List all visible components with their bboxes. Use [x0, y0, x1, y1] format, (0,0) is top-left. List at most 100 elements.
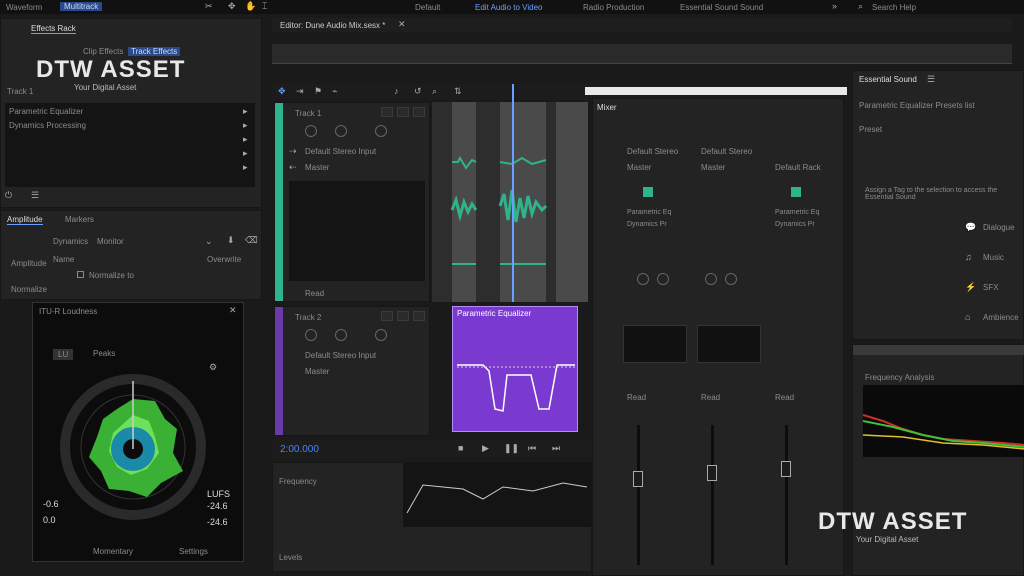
volume-knob[interactable]	[305, 125, 317, 137]
effect-slot-1[interactable]: Parametric Equalizer	[9, 107, 83, 116]
stereo-knob[interactable]	[375, 329, 387, 341]
search-help-input[interactable]: Search Help	[872, 3, 916, 12]
track-2-name[interactable]: Track 2	[295, 313, 321, 322]
tab-close-icon[interactable]: ✕	[398, 20, 406, 29]
dialogue-button[interactable]: Dialogue	[983, 223, 1015, 232]
menu-multitrack[interactable]: Multitrack	[60, 2, 103, 11]
track-1-name[interactable]: Track 1	[295, 109, 321, 118]
loudness-footer-right[interactable]: Settings	[179, 547, 208, 556]
workspace-radio[interactable]: Radio Production	[583, 3, 644, 12]
effects-rack-tab[interactable]: Effects Rack	[31, 24, 76, 34]
channel-3-fx-1[interactable]: Parametric Eq	[775, 209, 819, 216]
menu-more-icon[interactable]: »	[832, 2, 837, 11]
normalize-checkbox[interactable]	[77, 271, 84, 278]
workspace-edit-audio[interactable]: Edit Audio to Video	[475, 3, 542, 12]
send-knob[interactable]	[657, 273, 669, 285]
channel-1-input[interactable]: Default Stereo	[627, 147, 678, 156]
pan-knob[interactable]	[335, 329, 347, 341]
slot-arrow-icon[interactable]: ▸	[243, 121, 248, 130]
slot-arrow-icon[interactable]: ▸	[243, 107, 248, 116]
power-icon[interactable]: ⏻	[5, 191, 12, 200]
slot-arrow-icon[interactable]: ▸	[243, 149, 248, 158]
mute-button[interactable]	[381, 311, 393, 321]
chevron-down-icon[interactable]: ⌄	[205, 237, 213, 246]
volume-fader[interactable]	[707, 465, 717, 481]
marker-icon[interactable]: ⚑	[314, 87, 322, 96]
forward-icon[interactable]: ⏭	[552, 444, 560, 453]
loudness-tab-lu[interactable]: LU	[53, 349, 74, 360]
fx-power-button[interactable]	[791, 187, 801, 197]
snap-icon[interactable]: ⌁	[332, 87, 337, 96]
panel-close-icon[interactable]: ✕	[229, 306, 237, 315]
send-knob[interactable]	[705, 273, 717, 285]
channel-1-fx-2[interactable]: Dynamics Pr	[627, 221, 667, 228]
move-tool-icon[interactable]: ✥	[278, 87, 286, 96]
send-knob[interactable]	[637, 273, 649, 285]
workspace-default[interactable]: Default	[415, 3, 440, 12]
mic-icon[interactable]: ♪	[394, 87, 399, 96]
tool-icon[interactable]: ✂	[205, 2, 213, 11]
panel-menu-icon[interactable]: ☰	[927, 75, 935, 84]
music-button[interactable]: Music	[983, 253, 1004, 262]
pause-icon[interactable]: ❚❚	[504, 444, 519, 453]
essential-sound-tab[interactable]: Essential Sound	[859, 75, 917, 84]
delete-preset-icon[interactable]: ⌫	[245, 236, 258, 245]
workspace-essential[interactable]: Essential Sound Sound	[680, 3, 763, 12]
track-1-read[interactable]: Read	[305, 289, 324, 298]
mixer-tab[interactable]: Mixer	[597, 103, 617, 112]
save-preset-icon[interactable]: ⬇	[227, 236, 235, 245]
overwrite-button[interactable]: Overwrite	[207, 255, 241, 264]
track-2-input[interactable]: Default Stereo Input	[305, 351, 376, 360]
amplitude-tab[interactable]: Amplitude	[7, 215, 43, 225]
solo-button[interactable]	[397, 311, 409, 321]
play-icon[interactable]: ▶	[482, 444, 489, 453]
track-2-output[interactable]: Master	[305, 367, 329, 376]
effect-slot-2[interactable]: Dynamics Processing	[9, 121, 86, 130]
loop-icon[interactable]: ↺	[414, 87, 422, 96]
scroll-icon[interactable]: ⇅	[454, 87, 462, 96]
clip-effects-tab[interactable]: Clip Effects	[83, 47, 123, 56]
track-1-output[interactable]: Master	[305, 163, 329, 172]
channel-2-input[interactable]: Default Stereo	[701, 147, 752, 156]
rewind-icon[interactable]: ⏮	[528, 444, 536, 453]
mute-button[interactable]	[381, 107, 393, 117]
pan-knob[interactable]	[335, 125, 347, 137]
menu-waveform[interactable]: Waveform	[6, 3, 42, 12]
volume-fader[interactable]	[781, 461, 791, 477]
sfx-button[interactable]: SFX	[983, 283, 999, 292]
slot-arrow-icon[interactable]: ▸	[243, 163, 248, 172]
move-icon[interactable]: ✥	[228, 2, 236, 11]
trim-tool-icon[interactable]: ⇥	[296, 87, 304, 96]
playhead[interactable]	[512, 84, 514, 302]
channel-3-read[interactable]: Read	[775, 393, 794, 402]
stereo-knob[interactable]	[375, 125, 387, 137]
rack-menu-icon[interactable]: ☰	[31, 191, 39, 200]
channel-1-fx-1[interactable]: Parametric Eq	[627, 209, 671, 216]
search-icon[interactable]: ⌕	[858, 2, 863, 11]
channel-1-output[interactable]: Master	[627, 163, 651, 172]
send-knob[interactable]	[725, 273, 737, 285]
editor-tab[interactable]: Editor: Dune Audio Mix.sesx *	[280, 21, 385, 30]
arm-button[interactable]	[413, 107, 425, 117]
clip-effect-popup[interactable]: Parametric Equalizer	[452, 306, 578, 432]
track-effects-tab[interactable]: Track Effects	[128, 47, 181, 56]
markers-tab[interactable]: Markers	[65, 215, 94, 224]
solo-button[interactable]	[397, 107, 409, 117]
channel-3-fx-2[interactable]: Dynamics Pr	[775, 221, 815, 228]
ambience-button[interactable]: Ambience	[983, 313, 1019, 322]
channel-1-read[interactable]: Read	[627, 393, 646, 402]
hand-icon[interactable]: ✋	[245, 2, 256, 11]
slot-arrow-icon[interactable]: ▸	[243, 135, 248, 144]
arm-button[interactable]	[413, 311, 425, 321]
track-1-input[interactable]: Default Stereo Input	[305, 147, 376, 156]
volume-fader[interactable]	[633, 471, 643, 487]
stop-icon[interactable]: ■	[458, 444, 463, 453]
fx-power-button[interactable]	[643, 187, 653, 197]
zoom-icon[interactable]: ⌕	[432, 87, 437, 96]
loudness-tab-peaks[interactable]: Peaks	[93, 349, 115, 358]
dynamics-dropdown[interactable]: Monitor	[97, 237, 124, 246]
select-icon[interactable]: ⌶	[262, 2, 267, 11]
channel-2-output[interactable]: Master	[701, 163, 725, 172]
channel-2-read[interactable]: Read	[701, 393, 720, 402]
volume-knob[interactable]	[305, 329, 317, 341]
